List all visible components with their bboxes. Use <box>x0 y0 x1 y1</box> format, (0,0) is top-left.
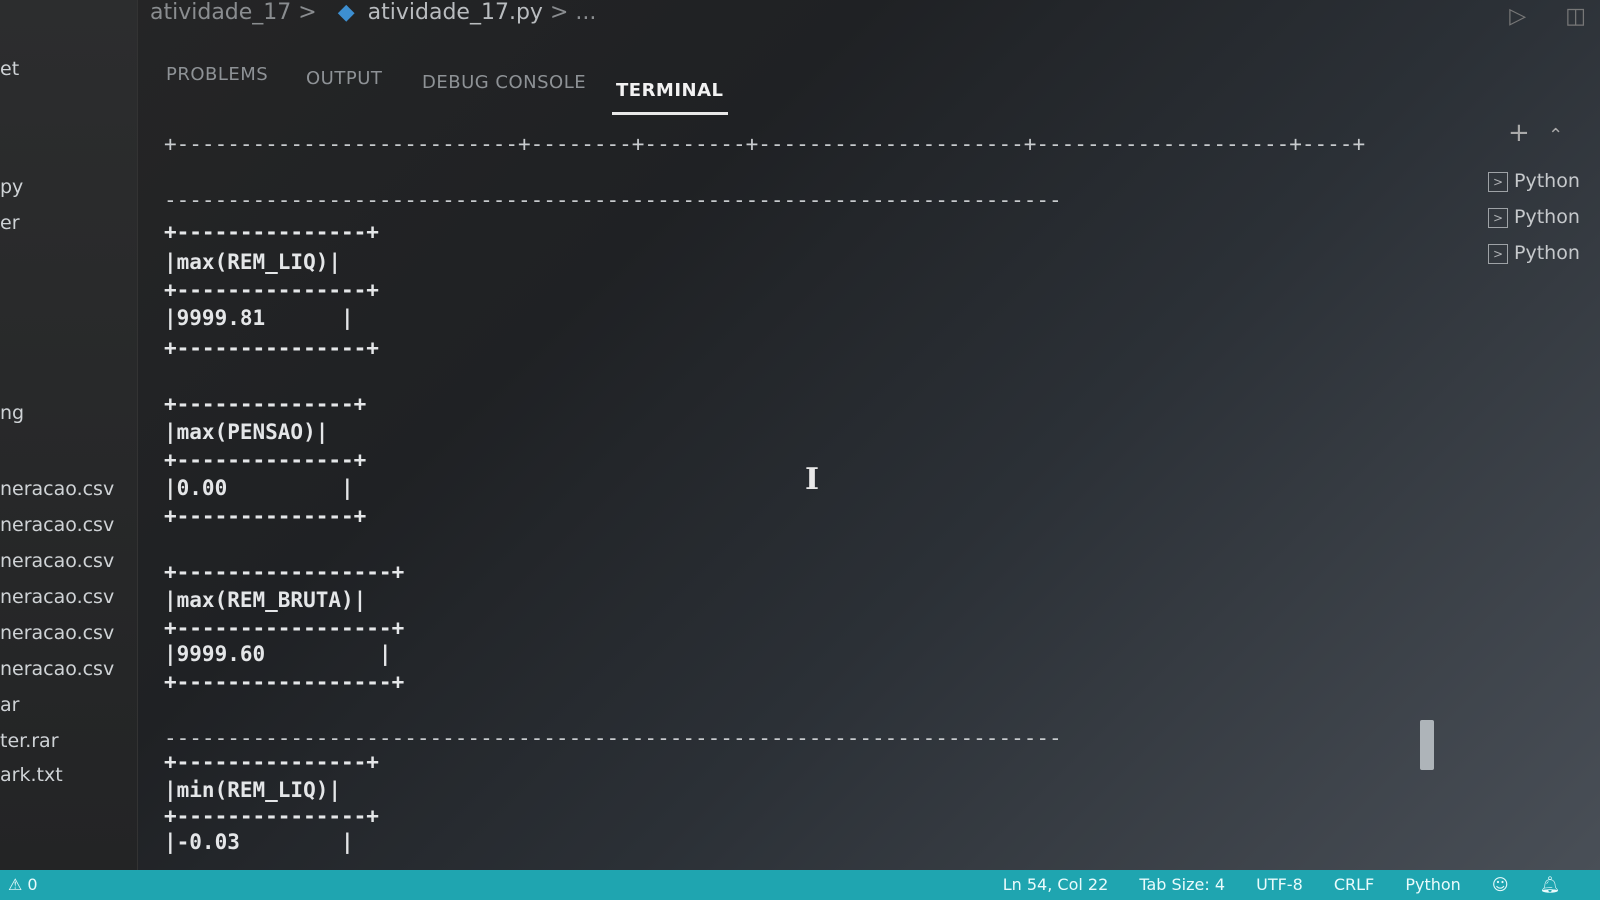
text-cursor-icon: I <box>805 462 820 497</box>
explorer-file-csv[interactable]: neracao.csv <box>0 514 114 536</box>
cursor-position[interactable]: Ln 54, Col 22 <box>1003 875 1109 894</box>
tab-problems[interactable]: PROBLEMS <box>166 64 268 85</box>
chevron-up-icon[interactable]: ⌃ <box>1548 125 1563 146</box>
explorer-file-csv[interactable]: neracao.csv <box>0 622 114 644</box>
editor-actions: ▷ ◫ <box>1477 4 1586 29</box>
terminal-line: |min(REM_LIQ)| <box>164 778 342 802</box>
breadcrumb-folder[interactable]: atividade_17 <box>150 0 291 25</box>
terminal-list-item[interactable]: > Python <box>1488 170 1580 192</box>
terminal-list-item[interactable]: > Python <box>1488 242 1580 264</box>
feedback-icon[interactable]: ☺ <box>1492 875 1509 894</box>
terminal-line: |-0.03 | <box>164 830 354 854</box>
terminal-line: ----------------------------------------… <box>164 188 1062 212</box>
terminal-line: +---------------+ <box>164 278 379 302</box>
encoding[interactable]: UTF-8 <box>1256 875 1303 894</box>
explorer-item[interactable]: ar <box>0 694 19 716</box>
bell-icon[interactable]: 🔔︎ <box>1540 875 1560 894</box>
terminal-line: +--------------+ <box>164 392 367 416</box>
add-terminal-icon[interactable]: + <box>1508 118 1530 148</box>
breadcrumb-file[interactable]: atividade_17.py <box>368 0 543 25</box>
terminal-line: |9999.60 | <box>164 642 392 666</box>
terminal-line: +---------------+ <box>164 220 379 244</box>
terminal-line: +---------------+ <box>164 336 379 360</box>
terminal-line: +-----------------+ <box>164 560 405 584</box>
breadcrumb-separator: > <box>298 0 317 25</box>
terminal-line: +---------------------------+--------+--… <box>164 132 1366 156</box>
terminal-line: |0.00 | <box>164 476 354 500</box>
tab-output[interactable]: OUTPUT <box>306 68 382 89</box>
terminal-output[interactable]: +---------------------------+--------+--… <box>150 130 1390 870</box>
terminal-line: |max(PENSAO)| <box>164 420 329 444</box>
breadcrumb: atividade_17 > ◆ atividade_17.py > ... <box>150 0 596 28</box>
explorer-file-csv[interactable]: neracao.csv <box>0 478 114 500</box>
terminal-list-label: Python <box>1514 242 1580 264</box>
terminal-line: |9999.81 | <box>164 306 354 330</box>
problems-count[interactable]: ⚠ 0 <box>8 875 38 894</box>
terminal-line: +--------------+ <box>164 504 367 528</box>
status-bar: ⚠ 0 Ln 54, Col 22 Tab Size: 4 UTF-8 CRLF… <box>0 870 1600 900</box>
run-icon[interactable]: ▷ <box>1509 4 1526 29</box>
tab-terminal[interactable]: TERMINAL <box>612 80 728 115</box>
explorer-sidebar: et py er ng neracao.csv neracao.csv nera… <box>0 0 138 870</box>
breadcrumb-more[interactable]: ... <box>575 0 596 25</box>
language-mode[interactable]: Python <box>1405 875 1460 894</box>
explorer-item[interactable]: er <box>0 212 20 234</box>
terminal-scrollbar[interactable] <box>1420 720 1434 770</box>
vscode-window: et py er ng neracao.csv neracao.csv nera… <box>0 0 1600 900</box>
split-editor-icon[interactable]: ◫ <box>1565 4 1586 29</box>
tab-size[interactable]: Tab Size: 4 <box>1139 875 1225 894</box>
line-ending[interactable]: CRLF <box>1334 875 1374 894</box>
explorer-item[interactable]: et <box>0 58 19 80</box>
python-file-icon: ◆ <box>337 0 355 25</box>
terminal-list-item[interactable]: > Python <box>1488 206 1580 228</box>
terminal-line: +-----------------+ <box>164 616 405 640</box>
terminal-list-label: Python <box>1514 206 1580 228</box>
terminal-line: +--------------+ <box>164 448 367 472</box>
terminal-line: |max(REM_LIQ)| <box>164 250 342 274</box>
terminal-line: ----------------------------------------… <box>164 726 1062 750</box>
terminal-icon: > <box>1488 171 1508 192</box>
terminal-icon: > <box>1488 243 1508 264</box>
breadcrumb-separator: > <box>549 0 569 25</box>
explorer-file-rar[interactable]: ter.rar <box>0 730 59 752</box>
terminal-line: +---------------+ <box>164 804 379 828</box>
explorer-item[interactable]: ng <box>0 402 24 424</box>
terminal-list-label: Python <box>1514 170 1580 192</box>
explorer-file-csv[interactable]: neracao.csv <box>0 658 114 680</box>
explorer-file-csv[interactable]: neracao.csv <box>0 550 114 572</box>
explorer-file-txt[interactable]: ark.txt <box>0 764 63 786</box>
terminal-line: +-----------------+ <box>164 670 405 694</box>
explorer-file-csv[interactable]: neracao.csv <box>0 586 114 608</box>
terminal-line: |max(REM_BRUTA)| <box>164 588 367 612</box>
explorer-item[interactable]: py <box>0 176 23 198</box>
tab-debug-console[interactable]: DEBUG CONSOLE <box>422 72 586 93</box>
terminal-icon: > <box>1488 207 1508 228</box>
terminal-line: +---------------+ <box>164 750 379 774</box>
terminal-actions: + ⌃ <box>1508 118 1573 148</box>
